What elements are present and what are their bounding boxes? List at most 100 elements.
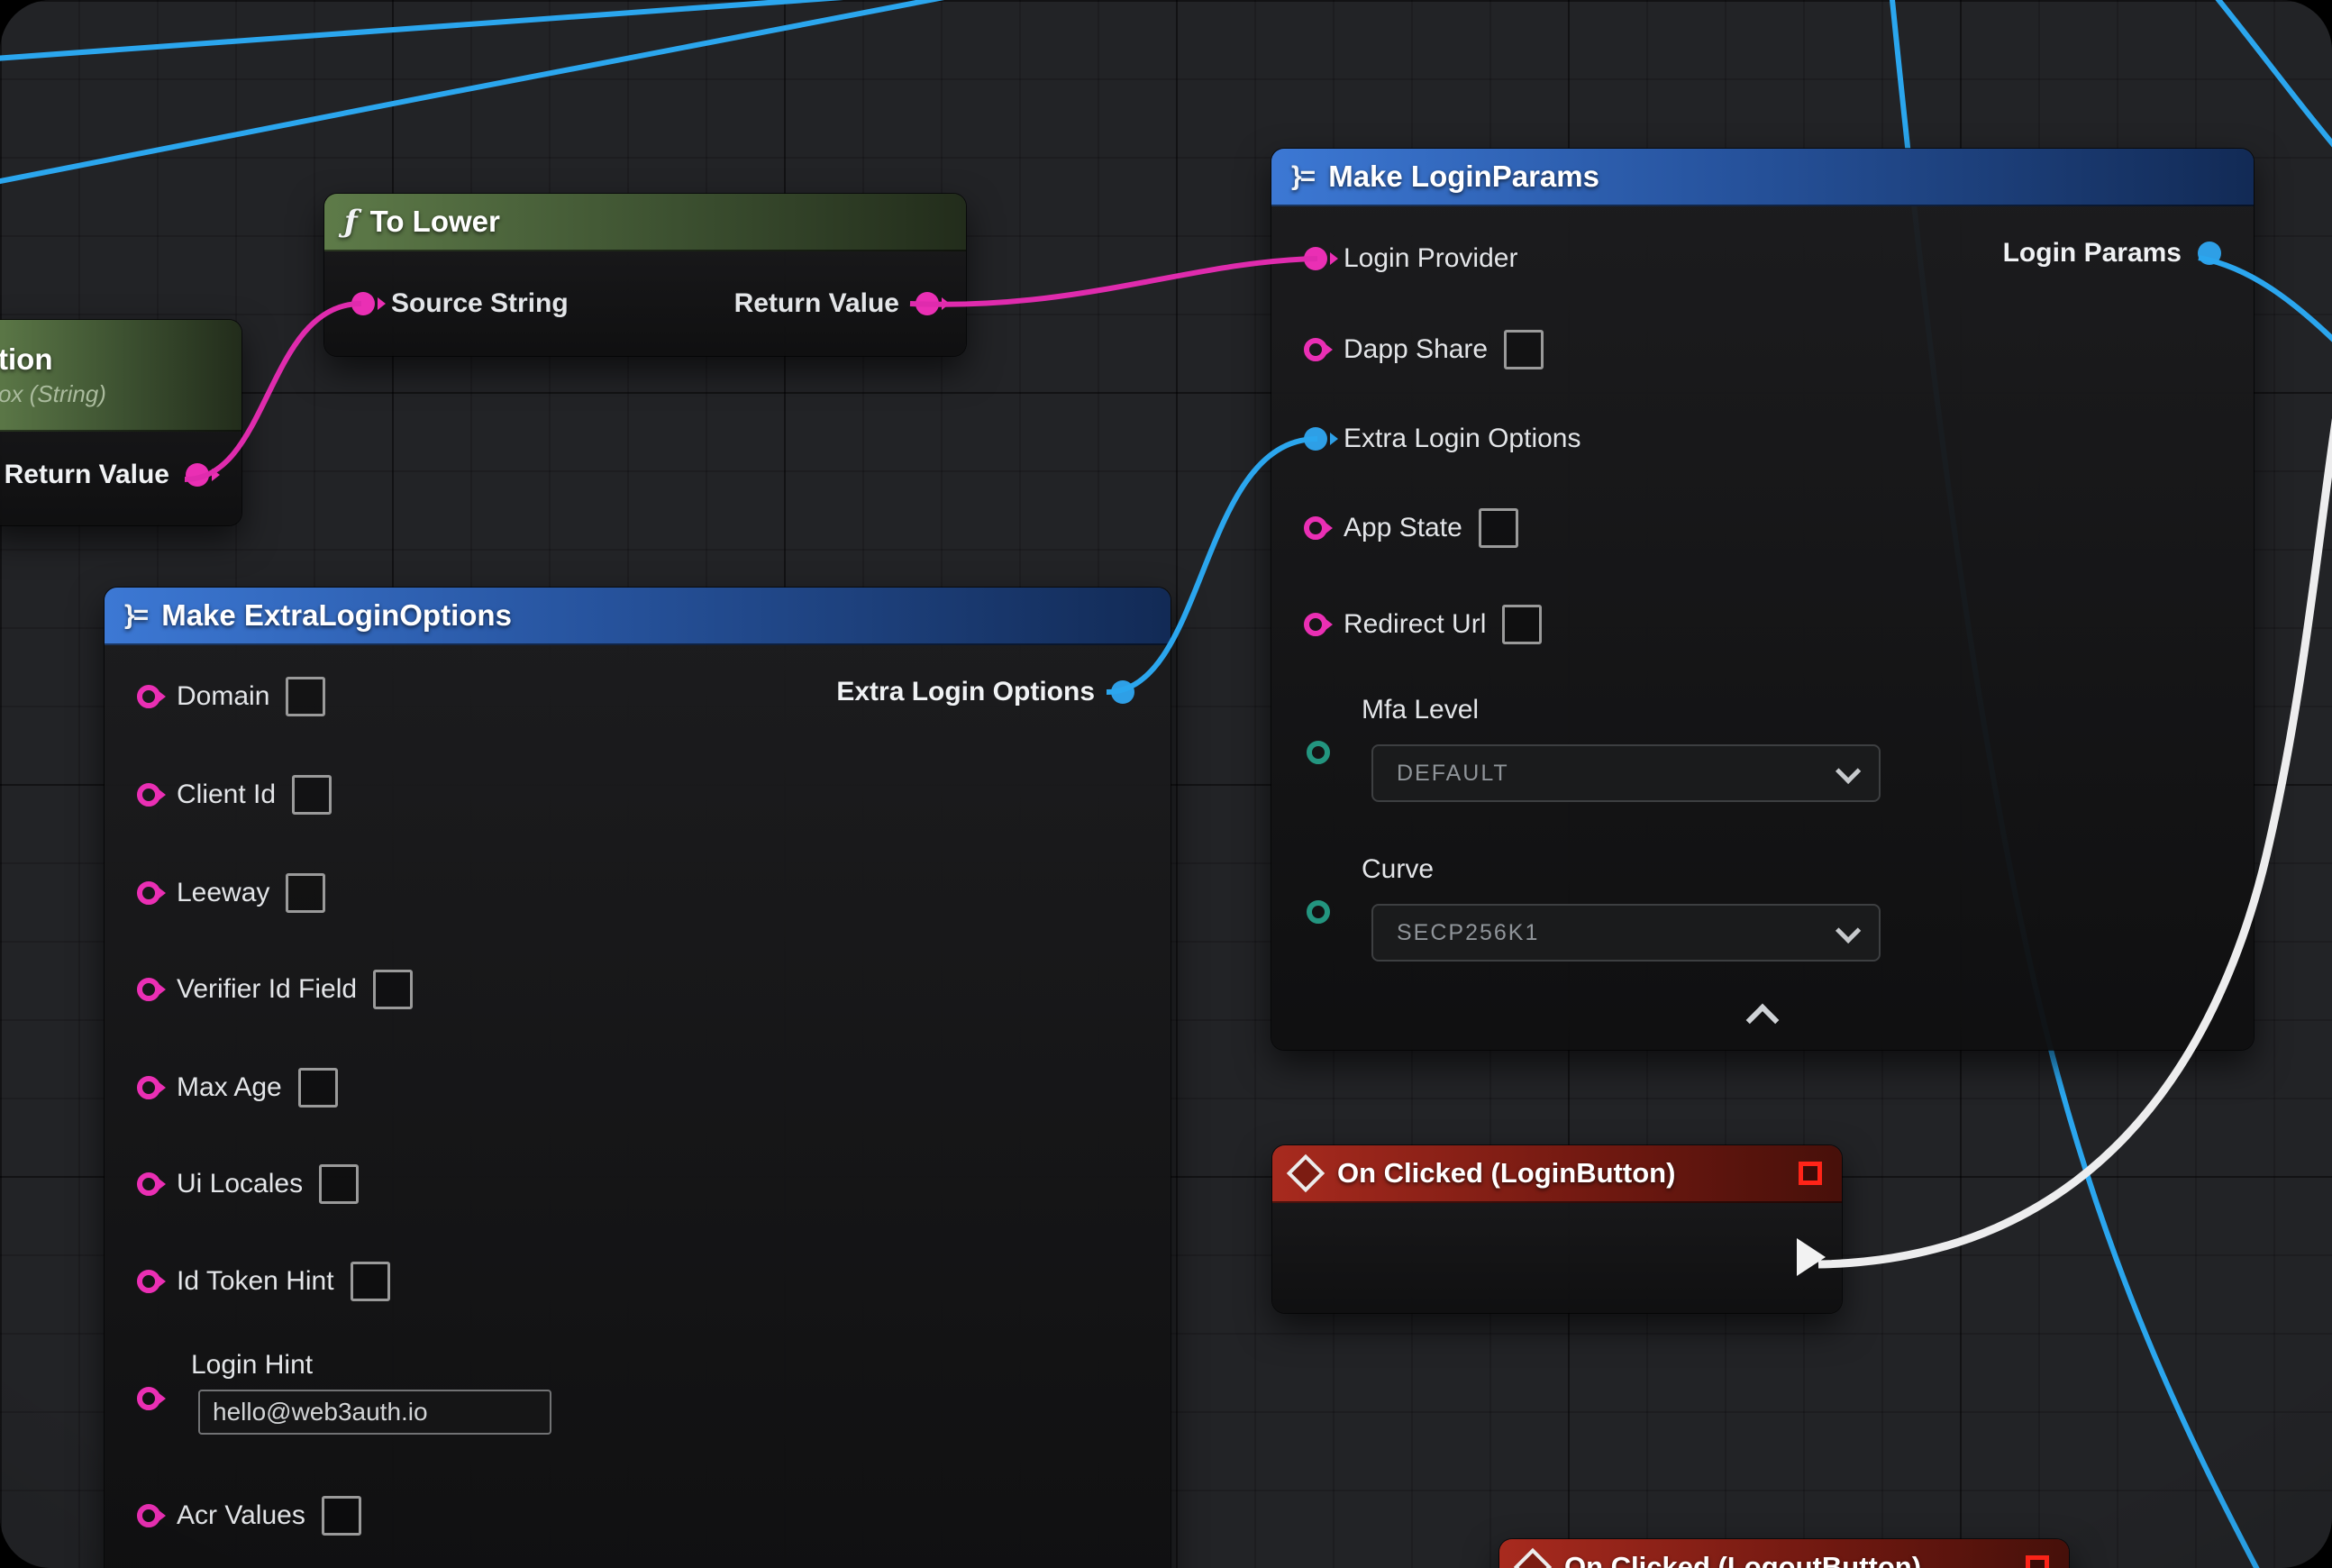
make-struct-icon: }= [124, 600, 147, 631]
pin-label: Acr Values [177, 1500, 305, 1531]
dapp-share-default-checkbox[interactable] [1504, 330, 1544, 369]
node-title: Make LoginParams [1328, 160, 1599, 194]
client-id-default-checkbox[interactable] [292, 775, 332, 815]
node-to-lower[interactable]: ƒ To Lower Source String Return Value [324, 194, 966, 356]
id-token-hint-default-checkbox[interactable] [351, 1262, 390, 1301]
pin-row-leeway: Leeway [137, 864, 1138, 922]
pin-label: Login Params [2003, 238, 2182, 269]
pin-label: Extra Login Options [1344, 424, 1580, 454]
pin-label: Source String [391, 288, 569, 319]
node-make-login-params[interactable]: }= Make LoginParams Login Provider Dapp … [1271, 149, 2254, 1050]
login-hint-input-pin[interactable] [137, 1387, 160, 1410]
collapse-node-button[interactable] [1749, 1003, 1776, 1025]
login-params-output-pin[interactable] [2198, 242, 2221, 265]
pin-row-max-age: Max Age [137, 1059, 1138, 1117]
node-header[interactable]: ƒ To Lower [324, 194, 966, 251]
pin-row-client-id: Client Id [137, 766, 1138, 824]
login-hint-text-field[interactable] [198, 1390, 551, 1435]
curve-dropdown[interactable]: SECP256K1 [1371, 904, 1881, 962]
pin-row-verifier-id-field: Verifier Id Field [137, 961, 1138, 1018]
pin-label: Return Value [734, 288, 899, 319]
node-header[interactable]: On Clicked (LoginButton) [1272, 1145, 1842, 1203]
pin-label: Verifier Id Field [177, 974, 357, 1005]
verifier-id-field-default-checkbox[interactable] [373, 970, 413, 1009]
node-header[interactable]: }= Make LoginParams [1271, 149, 2254, 206]
node-header[interactable]: On Clicked (LogoutButton) [1499, 1539, 2069, 1568]
ui-locales-input-pin[interactable] [137, 1172, 160, 1196]
node-header[interactable]: }= Make ExtraLoginOptions [105, 588, 1171, 645]
mfa-level-label: Mfa Level [1362, 695, 1479, 725]
redirect-url-input-pin[interactable] [1304, 613, 1327, 636]
node-subtitle: ox (String) [0, 380, 106, 408]
acr-values-default-checkbox[interactable] [322, 1496, 361, 1536]
node-title: On Clicked (LogoutButton) [1564, 1551, 1921, 1568]
event-diamond-icon [1514, 1548, 1552, 1568]
wire-blue-spline-1[interactable] [0, 0, 1000, 185]
pin-label: App State [1344, 513, 1462, 543]
mfa-level-input-pin[interactable] [1307, 741, 1330, 764]
pin-label: Extra Login Options [836, 677, 1095, 707]
extra-login-options-output-pin[interactable] [1111, 680, 1134, 704]
pin-label: Dapp Share [1344, 334, 1488, 365]
wire-blue-spline-corner[interactable] [2204, 0, 2332, 167]
mfa-level-dropdown[interactable]: DEFAULT [1371, 744, 1881, 802]
verifier-id-field-input-pin[interactable] [137, 978, 160, 1001]
node-make-extra-login-options[interactable]: }= Make ExtraLoginOptions Domain Client … [105, 588, 1171, 1568]
curve-label: Curve [1362, 854, 1434, 885]
node-title: On Clicked (LoginButton) [1337, 1157, 1675, 1190]
source-string-input-pin[interactable] [351, 292, 375, 315]
exec-output-pin[interactable] [1797, 1238, 1826, 1276]
node-on-clicked-login-button[interactable]: On Clicked (LoginButton) [1272, 1145, 1842, 1313]
max-age-input-pin[interactable] [137, 1076, 160, 1099]
return-value-output-pin[interactable] [915, 292, 939, 315]
redirect-url-default-checkbox[interactable] [1502, 605, 1542, 644]
event-diamond-icon [1287, 1154, 1325, 1192]
node-header[interactable]: tion ox (String) [0, 320, 241, 432]
chevron-down-icon [1836, 759, 1861, 784]
pin-row-dapp-share: Dapp Share [1304, 321, 2221, 378]
curve-input-pin[interactable] [1307, 900, 1330, 924]
app-state-input-pin[interactable] [1304, 516, 1327, 540]
client-id-input-pin[interactable] [137, 783, 160, 807]
dapp-share-input-pin[interactable] [1304, 338, 1327, 361]
max-age-default-checkbox[interactable] [298, 1068, 338, 1108]
pin-row-id-token-hint: Id Token Hint [137, 1253, 1138, 1310]
pin-row-redirect-url: Redirect Url [1304, 596, 2221, 653]
leeway-default-checkbox[interactable] [286, 873, 325, 913]
pin-row-return-value: Return Value [13, 446, 209, 504]
login-hint-label: Login Hint [191, 1350, 313, 1381]
app-state-default-checkbox[interactable] [1479, 508, 1518, 548]
pin-label: Leeway [177, 878, 269, 908]
red-square-icon [2026, 1555, 2049, 1568]
pin-label: Id Token Hint [177, 1266, 334, 1297]
pin-label: Ui Locales [177, 1169, 303, 1199]
node-title: Make ExtraLoginOptions [161, 598, 512, 633]
screenshot-frame: tion ox (String) Return Value ƒ To Lower… [0, 0, 2332, 1568]
extra-login-options-input-pin[interactable] [1304, 427, 1327, 451]
pin-row-extra-login-options: Extra Login Options [1304, 410, 2221, 468]
leeway-input-pin[interactable] [137, 881, 160, 905]
return-value-output-pin[interactable] [186, 463, 209, 487]
node-title: To Lower [370, 205, 500, 239]
pin-row-login-params-out: Login Params [1298, 224, 2221, 282]
red-square-icon [1799, 1162, 1822, 1185]
pin-label: Max Age [177, 1072, 282, 1103]
node-title: tion [0, 342, 52, 377]
make-struct-icon: }= [1291, 161, 1314, 192]
mfa-level-value: DEFAULT [1397, 761, 1509, 787]
pin-row-ui-locales: Ui Locales [137, 1155, 1138, 1213]
blueprint-canvas[interactable]: tion ox (String) Return Value ƒ To Lower… [0, 0, 2332, 1568]
node-on-clicked-logout-button[interactable]: On Clicked (LogoutButton) [1499, 1539, 2069, 1568]
pin-row-extra-login-options-out: Extra Login Options [132, 663, 1134, 721]
ui-locales-default-checkbox[interactable] [319, 1164, 359, 1204]
pin-row-acr-values: Acr Values [137, 1487, 1138, 1545]
curve-value: SECP256K1 [1397, 920, 1539, 946]
chevron-up-icon [1746, 1004, 1780, 1037]
chevron-down-icon [1836, 918, 1861, 944]
id-token-hint-input-pin[interactable] [137, 1270, 160, 1293]
node-get-text-partial[interactable]: tion ox (String) Return Value [0, 320, 241, 525]
wire-blue-spline-2[interactable] [0, 0, 1180, 59]
acr-values-input-pin[interactable] [137, 1504, 160, 1527]
function-icon: ƒ [344, 204, 356, 240]
pin-row-app-state: App State [1304, 499, 2221, 557]
